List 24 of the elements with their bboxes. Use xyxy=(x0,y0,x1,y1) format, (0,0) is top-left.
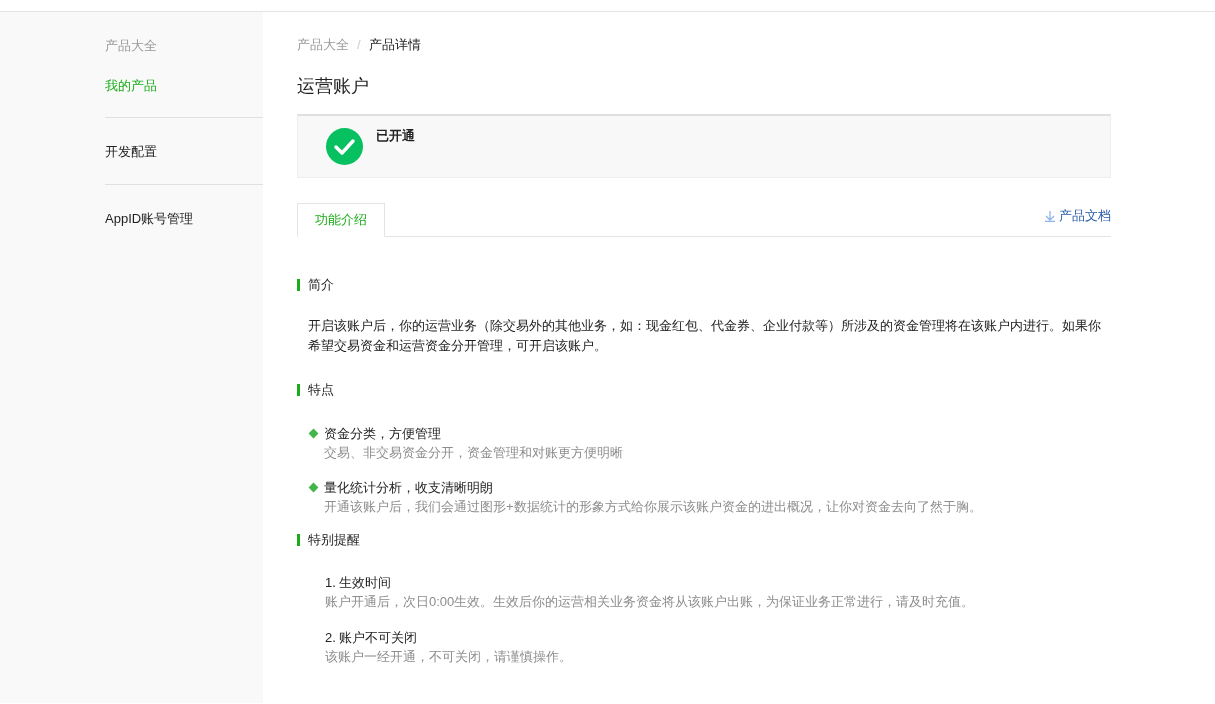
section-marker xyxy=(297,384,300,396)
breadcrumb-separator: / xyxy=(357,36,361,54)
download-icon xyxy=(1044,210,1056,222)
note-title: 1. 生效时间 xyxy=(325,574,393,592)
section-heading: 特别提醒 xyxy=(308,532,360,548)
product-docs-link[interactable]: 产品文档 xyxy=(1044,208,1111,224)
sidebar-item[interactable]: AppID账号管理 xyxy=(105,209,263,229)
note-description: 该账户一经开通，不可关闭，请谨慎操作。 xyxy=(325,648,573,666)
section-heading: 简介 xyxy=(308,277,334,293)
note-description: 账户开通后，次日0:00生效。生效后你的运营相关业务资金将从该账户出账，为保证业务正常进行，请及时充值。 xyxy=(325,593,976,611)
section-marker xyxy=(297,279,300,291)
note-title: 2. 账户不可关闭 xyxy=(325,629,419,647)
status-label: 已开通 xyxy=(376,128,415,145)
feature-title: 资金分类，方便管理 xyxy=(324,425,442,443)
sidebar-heading: 产品大全 xyxy=(105,38,158,54)
section-heading: 特点 xyxy=(308,382,334,398)
section-paragraph: 开启该账户后，你的运营业务（除交易外的其他业务，如：现金红包、代金券、企业付款等）所涉及的资金管理将在该账户内进行。如果你希望交易资金和运营资金分开管理，可开启该账户。 xyxy=(308,317,1101,355)
feature-description: 交易、非交易资金分开，资金管理和对账更方便明晰 xyxy=(324,444,623,462)
feature-title: 量化统计分析，收支清晰明朗 xyxy=(324,479,494,497)
breadcrumb-current-page: 产品详情 xyxy=(368,36,421,54)
section-marker xyxy=(297,534,300,546)
page-title: 运营账户 xyxy=(297,75,370,98)
sidebar-item[interactable]: 开发配置 xyxy=(105,142,263,162)
feature-description: 开通该账户后，我们会通过图形+数据统计的形象方式给你展示该账户资金的进出概况，让你对资金去向了然于胸。 xyxy=(324,498,982,516)
